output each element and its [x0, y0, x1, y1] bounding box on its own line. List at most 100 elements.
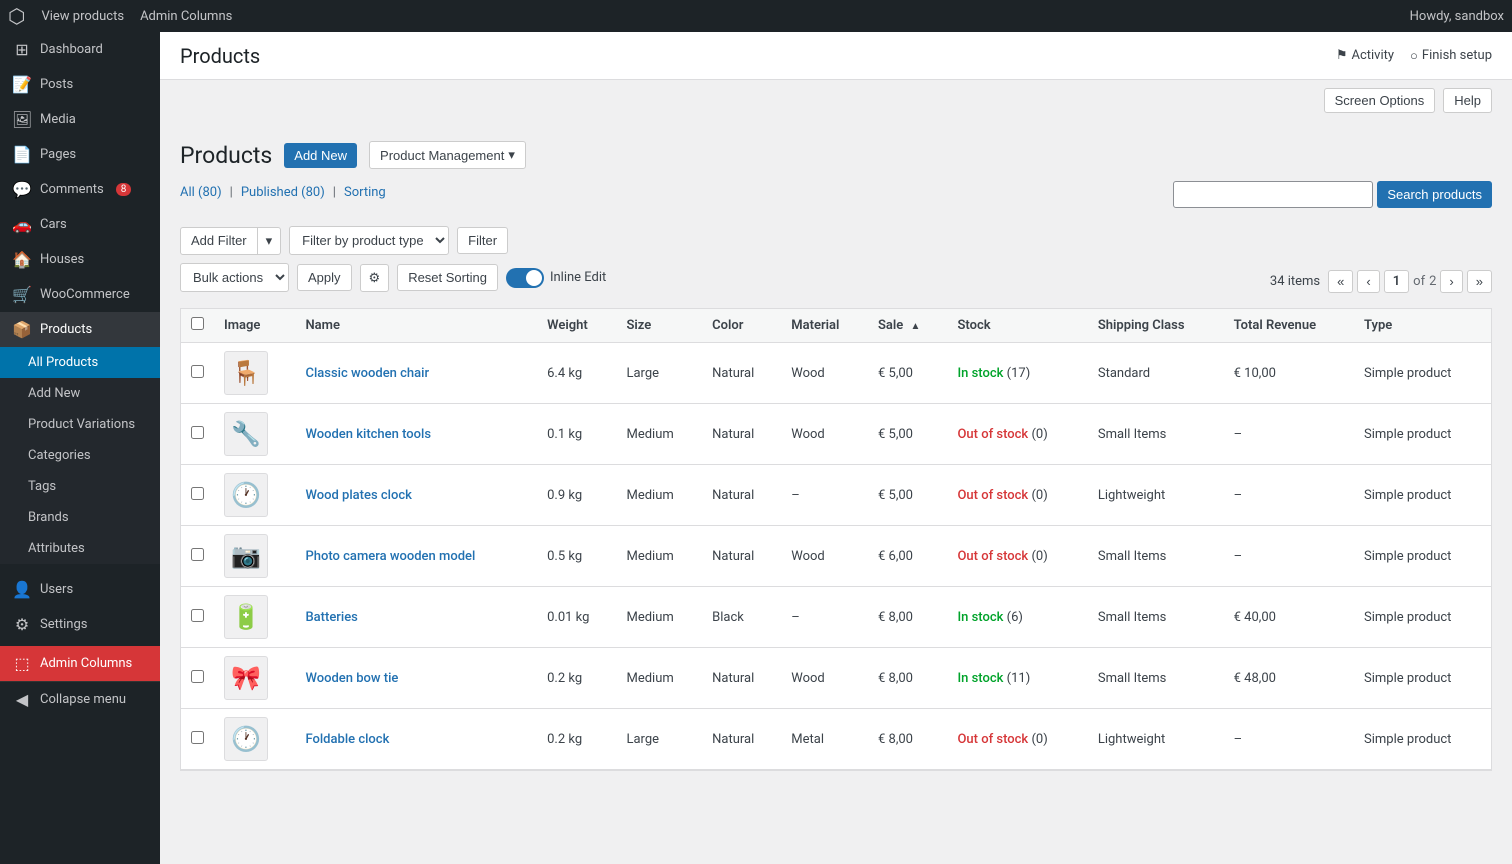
add-filter-arrow-button[interactable]: ▾	[258, 227, 282, 255]
sidebar-item-products[interactable]: 📦 Products	[0, 312, 160, 347]
admin-bar: ⬡ View products Admin Columns Howdy, san…	[0, 0, 1512, 32]
first-page-button[interactable]: «	[1328, 270, 1353, 293]
sidebar-item-attributes[interactable]: Attributes	[0, 533, 160, 564]
row-image-cell: 🕐	[214, 709, 295, 770]
admin-bar-left: ⬡ View products Admin Columns	[8, 4, 232, 28]
sidebar-item-admin-columns[interactable]: ⬚ Admin Columns	[0, 646, 160, 681]
sidebar-item-tags[interactable]: Tags	[0, 471, 160, 502]
sidebar-item-dashboard[interactable]: ⊞ Dashboard	[0, 32, 160, 67]
sidebar-item-media[interactable]: 🖼 Media	[0, 102, 160, 137]
sidebar-item-pages[interactable]: 📄 Pages	[0, 137, 160, 172]
product-name-link[interactable]: Batteries	[305, 610, 357, 625]
all-filter-link[interactable]: All (80)	[180, 185, 222, 200]
sidebar-item-settings[interactable]: ⚙ Settings	[0, 607, 160, 642]
th-sale[interactable]: Sale ▲	[868, 309, 947, 343]
product-name-link[interactable]: Wooden bow tie	[305, 671, 398, 686]
select-all-checkbox[interactable]	[191, 317, 204, 330]
th-shipping-class[interactable]: Shipping Class	[1088, 309, 1224, 343]
product-management-button[interactable]: Product Management ▾	[369, 141, 526, 169]
row-checkbox[interactable]	[191, 609, 204, 622]
th-size[interactable]: Size	[616, 309, 702, 343]
th-image[interactable]: Image	[214, 309, 295, 343]
activity-label: Activity	[1351, 48, 1394, 63]
row-checkbox[interactable]	[191, 670, 204, 683]
product-name-link[interactable]: Photo camera wooden model	[305, 549, 475, 564]
categories-label: Categories	[28, 448, 91, 463]
search-products-button[interactable]: Search products	[1377, 181, 1492, 208]
row-checkbox[interactable]	[191, 548, 204, 561]
sidebar-item-houses[interactable]: 🏠 Houses	[0, 242, 160, 277]
th-type[interactable]: Type	[1354, 309, 1491, 343]
screen-options-btn[interactable]: Screen Options	[1324, 88, 1436, 113]
th-stock[interactable]: Stock	[947, 309, 1087, 343]
sorting-filter-link[interactable]: Sorting	[344, 185, 386, 200]
row-revenue-cell: –	[1224, 404, 1354, 465]
filter-button[interactable]: Filter	[457, 227, 508, 254]
th-name[interactable]: Name	[295, 309, 537, 343]
bulk-actions-select[interactable]: Bulk actions	[180, 263, 289, 292]
row-checkbox[interactable]	[191, 487, 204, 500]
row-material-cell: –	[781, 465, 868, 526]
houses-icon: 🏠	[12, 250, 32, 269]
row-type-cell: Simple product	[1354, 648, 1491, 709]
sidebar-item-posts[interactable]: 📝 Posts	[0, 67, 160, 102]
finish-setup-btn[interactable]: ○ Finish setup	[1410, 48, 1492, 64]
add-new-button[interactable]: Add New	[284, 143, 357, 168]
th-color[interactable]: Color	[702, 309, 781, 343]
row-stock-cell: In stock (11)	[947, 648, 1087, 709]
product-name-link[interactable]: Classic wooden chair	[305, 366, 429, 381]
row-stock-cell: In stock (6)	[947, 587, 1087, 648]
row-sale-cell: € 8,00	[868, 648, 947, 709]
current-page[interactable]: 1	[1384, 270, 1409, 293]
apply-button[interactable]: Apply	[297, 264, 352, 291]
sidebar-item-add-new[interactable]: Add New	[0, 378, 160, 409]
sidebar-item-product-variations[interactable]: Product Variations	[0, 409, 160, 440]
admin-columns-link[interactable]: Admin Columns	[140, 9, 232, 24]
row-checkbox[interactable]	[191, 731, 204, 744]
published-filter-link[interactable]: Published (80)	[241, 185, 325, 200]
row-sale-cell: € 8,00	[868, 709, 947, 770]
help-btn[interactable]: Help	[1443, 88, 1492, 113]
sidebar-item-brands[interactable]: Brands	[0, 502, 160, 533]
product-name-link[interactable]: Wooden kitchen tools	[305, 427, 431, 442]
sidebar-item-users[interactable]: 👤 Users	[0, 572, 160, 607]
th-total-revenue[interactable]: Total Revenue	[1224, 309, 1354, 343]
filter-product-type-select[interactable]: Filter by product type	[289, 226, 449, 255]
view-products-link[interactable]: View products	[41, 9, 124, 24]
product-image: 🪑	[224, 351, 268, 395]
sidebar-item-all-products[interactable]: All Products	[0, 347, 160, 378]
row-image-cell: 🔋	[214, 587, 295, 648]
collapse-icon: ◀	[12, 690, 32, 709]
next-page-button[interactable]: ›	[1440, 270, 1462, 293]
sidebar-item-label: Admin Columns	[40, 656, 132, 671]
sidebar-item-categories[interactable]: Categories	[0, 440, 160, 471]
table-row: 🎀 Wooden bow tie 0.2 kg Medium Natural W…	[181, 648, 1492, 709]
th-material[interactable]: Material	[781, 309, 868, 343]
cars-icon: 🚗	[12, 215, 32, 234]
sidebar-item-woocommerce[interactable]: 🛒 WooCommerce	[0, 277, 160, 312]
sidebar-item-comments[interactable]: 💬 Comments 8	[0, 172, 160, 207]
collapse-menu-item[interactable]: ◀ Collapse menu	[0, 681, 160, 717]
row-checkbox[interactable]	[191, 426, 204, 439]
row-revenue-cell: € 40,00	[1224, 587, 1354, 648]
product-name-link[interactable]: Foldable clock	[305, 732, 389, 747]
activity-btn[interactable]: ⚑ Activity	[1336, 48, 1394, 63]
last-page-button[interactable]: »	[1467, 270, 1492, 293]
row-color-cell: Natural	[702, 709, 781, 770]
add-filter-button[interactable]: Add Filter	[180, 227, 258, 255]
prev-page-button[interactable]: ‹	[1357, 270, 1379, 293]
product-name-link[interactable]: Wood plates clock	[305, 488, 411, 503]
reset-sorting-button[interactable]: Reset Sorting	[397, 264, 498, 291]
toggle-track	[506, 268, 544, 288]
row-checkbox[interactable]	[191, 365, 204, 378]
products-table: Image Name Weight Size Color	[180, 308, 1492, 770]
inline-edit-toggle[interactable]: Inline Edit	[506, 268, 606, 288]
stock-qty: (0)	[1031, 732, 1047, 747]
th-weight[interactable]: Weight	[537, 309, 616, 343]
row-shipping-cell: Small Items	[1088, 526, 1224, 587]
search-input[interactable]	[1173, 181, 1373, 208]
row-stock-cell: In stock (17)	[947, 343, 1087, 404]
sidebar-item-cars[interactable]: 🚗 Cars	[0, 207, 160, 242]
stock-qty: (11)	[1007, 671, 1031, 686]
gear-button[interactable]: ⚙	[360, 264, 390, 292]
